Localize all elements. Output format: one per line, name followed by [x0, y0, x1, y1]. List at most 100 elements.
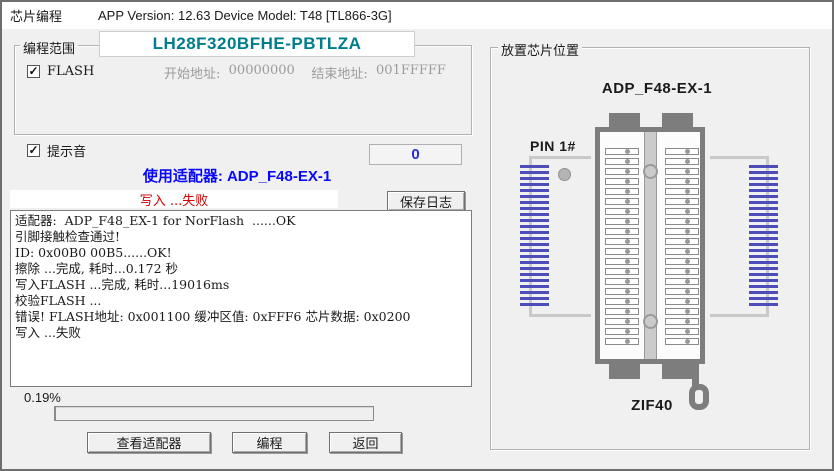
slot-contact-dot	[625, 329, 630, 334]
slot-contact-dot	[625, 179, 630, 184]
pin-bar	[520, 189, 549, 192]
placement-group-label: 放置芯片位置	[498, 40, 582, 59]
adapter-name-label: ADP_F48-EX-1	[562, 80, 752, 97]
progress-bar	[54, 406, 374, 421]
slot-contact-dot	[625, 259, 630, 264]
socket-pin-slot	[665, 278, 699, 285]
pin-bar	[749, 213, 778, 216]
pin-bar	[520, 243, 549, 246]
socket-pin-slot	[665, 238, 699, 245]
socket-pin-slot	[665, 188, 699, 195]
slot-contact-dot	[685, 289, 690, 294]
pin1-label: PIN 1#	[530, 138, 576, 154]
socket-pin-slot	[665, 218, 699, 225]
socket-lever-bar	[692, 362, 699, 386]
socket-pin-slot	[605, 328, 639, 335]
titlebar: 芯片编程 APP Version: 12.63 Device Model: T4…	[2, 2, 832, 29]
beep-checkbox-row[interactable]: 提示音	[27, 141, 86, 160]
socket-pin-slot	[665, 308, 699, 315]
adapter-in-use-line: 使用适配器: ADP_F48-EX-1	[2, 165, 472, 186]
socket-pin-slot	[665, 148, 699, 155]
pin-bar	[749, 243, 778, 246]
socket-pin-slot	[605, 298, 639, 305]
socket-pin-slot	[665, 178, 699, 185]
slot-contact-dot	[685, 279, 690, 284]
slot-contact-dot	[625, 199, 630, 204]
pin-bar	[749, 207, 778, 210]
socket-pin-slot	[605, 218, 639, 225]
pin-bar	[520, 219, 549, 222]
slot-contact-dot	[625, 279, 630, 284]
slot-contact-dot	[685, 219, 690, 224]
app-version-header: APP Version: 12.63 Device Model: T48 [TL…	[98, 8, 392, 23]
log-line: 适配器: ADP_F48_EX-1 for NorFlash ......OK	[15, 213, 467, 229]
pin-bar	[520, 279, 549, 282]
wire-right-top	[710, 156, 768, 159]
wire-left-bottom	[531, 314, 591, 317]
pin-bar	[520, 237, 549, 240]
slot-contact-dot	[685, 309, 690, 314]
window-title: 芯片编程	[10, 6, 62, 25]
socket-pin-slot	[665, 248, 699, 255]
socket-pin-slot	[665, 158, 699, 165]
status-strip: 写入 ...失败	[10, 190, 338, 208]
pin-bar	[749, 225, 778, 228]
flash-checkbox-row[interactable]: FLASH	[27, 64, 94, 79]
flash-checkbox-label: FLASH	[47, 64, 94, 79]
program-button[interactable]: 编程	[232, 432, 307, 453]
socket-pin-slot	[605, 258, 639, 265]
socket-pin-slot	[605, 178, 639, 185]
chip-name-box: LH28F320BFHE-PBTLZA	[99, 31, 415, 57]
pin-bar	[520, 207, 549, 210]
start-address-label: 开始地址:	[164, 63, 220, 82]
chip-programming-window: 芯片编程 APP Version: 12.63 Device Model: T4…	[0, 0, 834, 471]
socket-pin-slot	[665, 208, 699, 215]
range-groupbox	[14, 45, 472, 135]
back-button[interactable]: 返回	[329, 432, 402, 453]
pin-bar	[749, 189, 778, 192]
log-area[interactable]: 适配器: ADP_F48_EX-1 for NorFlash ......OK引…	[10, 210, 472, 387]
socket-pin-slot	[605, 228, 639, 235]
socket-pin-slot	[605, 308, 639, 315]
socket-pin-slot	[605, 278, 639, 285]
slot-contact-dot	[625, 229, 630, 234]
pin-bar	[520, 261, 549, 264]
pin-bar	[520, 285, 549, 288]
beep-checkbox-label: 提示音	[47, 141, 86, 160]
slot-contact-dot	[685, 209, 690, 214]
beep-checkbox[interactable]	[27, 144, 40, 157]
slot-contact-dot	[685, 169, 690, 174]
pin-bar	[749, 195, 778, 198]
pin-bar	[749, 231, 778, 234]
pin-bar	[749, 261, 778, 264]
slot-contact-dot	[625, 309, 630, 314]
slot-contact-dot	[625, 219, 630, 224]
pin-bar	[520, 201, 549, 204]
view-adapter-button[interactable]: 查看适配器	[87, 432, 211, 453]
wire-left-top	[531, 156, 591, 159]
socket-screw-hole-top	[643, 164, 658, 179]
slot-contact-dot	[625, 269, 630, 274]
log-line: ID: 0x00B0 00B5......OK!	[15, 245, 467, 261]
socket-pin-slot	[605, 338, 639, 345]
zif40-label: ZIF40	[602, 397, 702, 414]
save-log-button[interactable]: 保存日志	[387, 191, 465, 211]
flash-checkbox[interactable]	[27, 65, 40, 78]
socket-pin-slot	[665, 168, 699, 175]
end-address-value: 001FFFFF	[376, 63, 446, 82]
slot-contact-dot	[625, 289, 630, 294]
slot-contact-dot	[685, 199, 690, 204]
socket-pin-slot	[665, 228, 699, 235]
slot-contact-dot	[625, 339, 630, 344]
pin-bar	[749, 177, 778, 180]
pin-bar	[520, 291, 549, 294]
slot-contact-dot	[685, 339, 690, 344]
pin-bar	[520, 165, 549, 168]
socket-pin-slot	[665, 338, 699, 345]
pin-bar	[749, 279, 778, 282]
pin-bar	[520, 273, 549, 276]
socket-pin-slot	[605, 148, 639, 155]
slot-contact-dot	[625, 239, 630, 244]
pin-bar	[520, 231, 549, 234]
socket-pin-slot	[605, 268, 639, 275]
